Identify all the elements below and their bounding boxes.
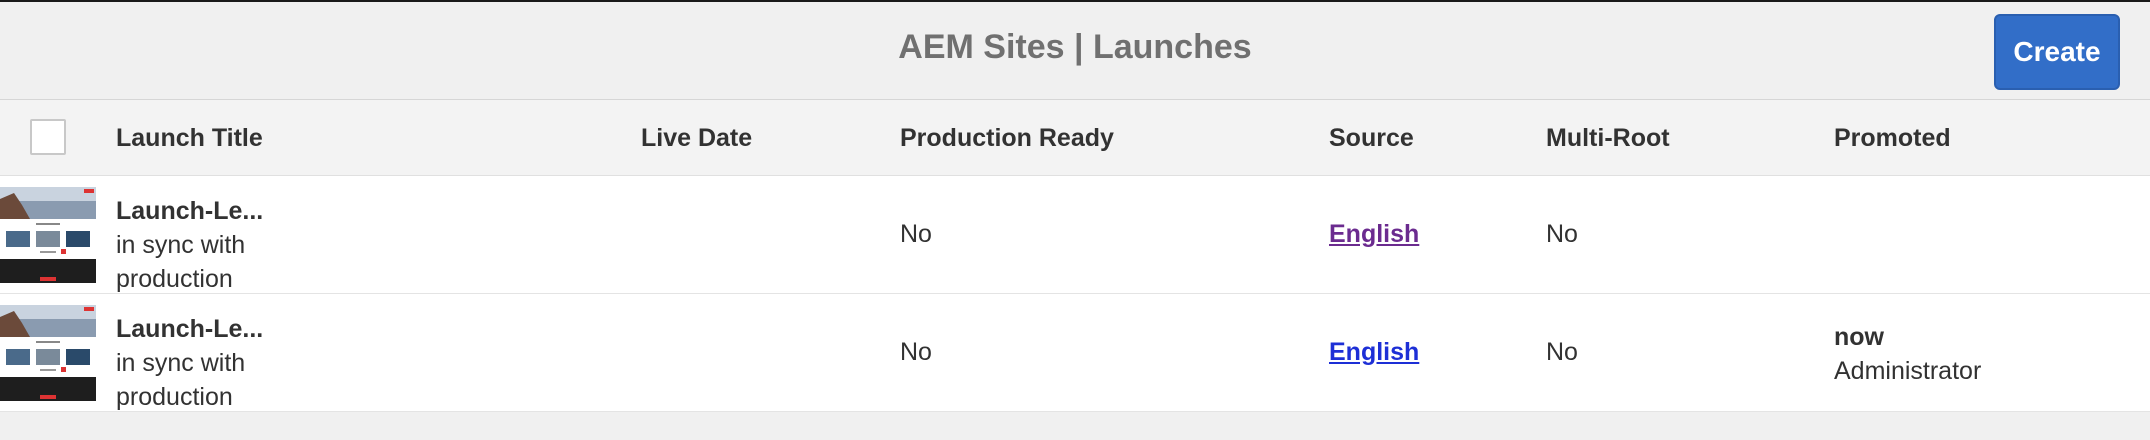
- page-thumbnail[interactable]: [0, 187, 96, 283]
- promoted-time: now: [1834, 323, 1884, 351]
- launch-name[interactable]: Launch-Le...: [116, 194, 263, 228]
- page-title: AEM Sites | Launches: [898, 28, 1252, 66]
- source-cell: English: [1329, 220, 1419, 249]
- multi-root-value: No: [1546, 220, 1578, 248]
- launch-title-cell: Launch-Le... in sync with production: [116, 312, 263, 414]
- column-header-launch-title[interactable]: Launch Title: [116, 124, 263, 153]
- table-row[interactable]: Launch-Le... in sync with production No …: [0, 294, 2150, 412]
- production-ready-value: No: [900, 220, 932, 248]
- column-header-live-date[interactable]: Live Date: [641, 124, 752, 153]
- top-bar: AEM Sites | Launches Create: [0, 0, 2150, 100]
- table-header: Launch Title Live Date Production Ready …: [0, 100, 2150, 176]
- select-all-checkbox[interactable]: [30, 119, 66, 155]
- launches-table: Launch Title Live Date Production Ready …: [0, 100, 2150, 412]
- multi-root-value: No: [1546, 338, 1578, 366]
- source-link[interactable]: English: [1329, 338, 1419, 366]
- production-ready-value: No: [900, 338, 932, 366]
- launch-status-line-1: in sync with: [116, 231, 246, 259]
- table-row[interactable]: Launch-Le... in sync with production No …: [0, 176, 2150, 294]
- column-header-multi-root[interactable]: Multi-Root: [1546, 124, 1670, 153]
- promoted-cell: now Administrator: [1834, 320, 1981, 388]
- launch-name[interactable]: Launch-Le...: [116, 312, 263, 346]
- launch-status-line-1: in sync with: [116, 349, 246, 377]
- source-cell: English: [1329, 338, 1419, 367]
- column-header-production-ready[interactable]: Production Ready: [900, 124, 1114, 153]
- source-link[interactable]: English: [1329, 220, 1419, 248]
- launch-status-line-2: production: [116, 383, 233, 411]
- column-header-source[interactable]: Source: [1329, 124, 1414, 153]
- create-button[interactable]: Create: [1994, 14, 2120, 90]
- launch-status-line-2: production: [116, 265, 233, 293]
- launch-title-cell: Launch-Le... in sync with production: [116, 194, 263, 296]
- page-thumbnail[interactable]: [0, 305, 96, 401]
- column-header-promoted[interactable]: Promoted: [1834, 124, 1951, 153]
- promoted-by: Administrator: [1834, 357, 1982, 385]
